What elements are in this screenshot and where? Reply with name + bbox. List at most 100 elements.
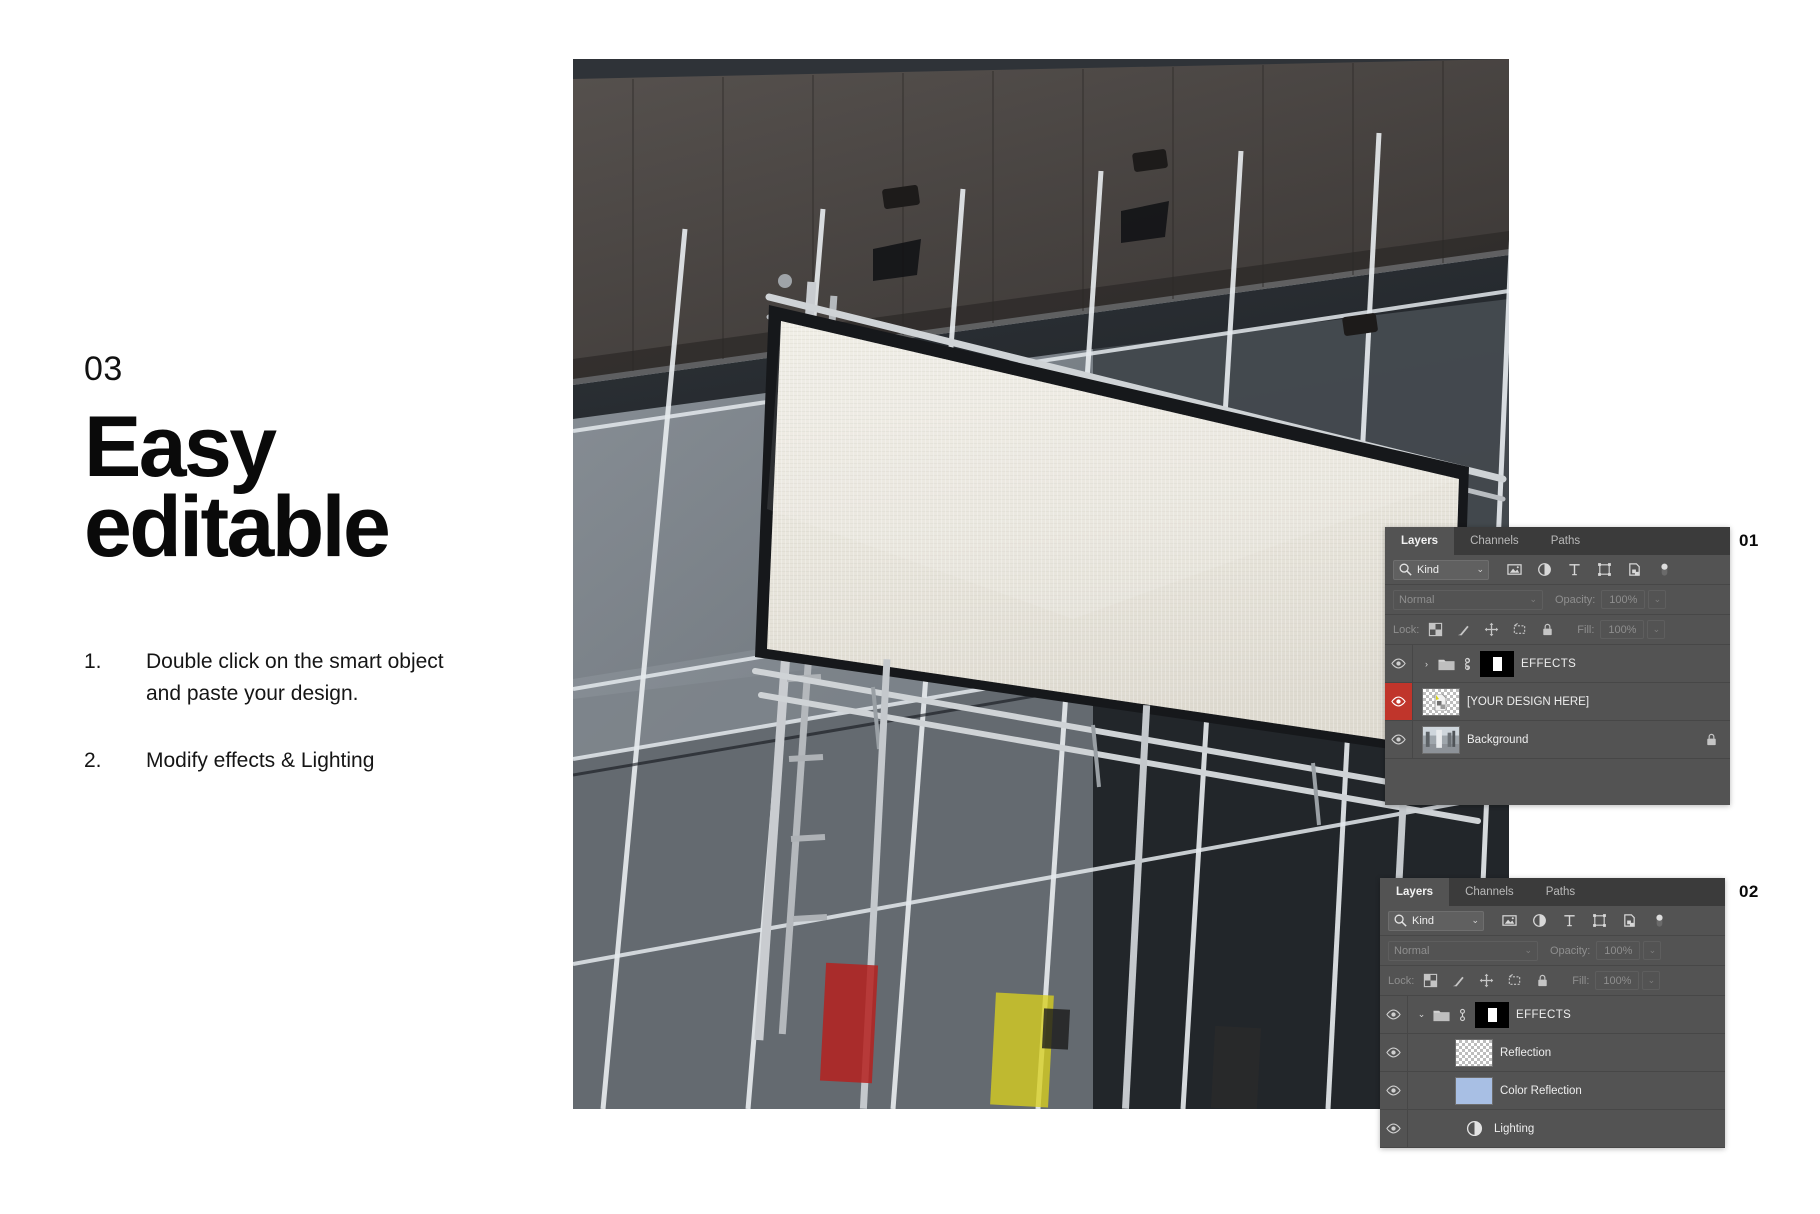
- layer-content[interactable]: Background: [1413, 721, 1730, 758]
- layers-panel-01[interactable]: Layers Channels Paths Kind ⌄ Normal ⌄ Op…: [1385, 527, 1730, 805]
- filter-type-icons[interactable]: [1502, 913, 1667, 928]
- chevron-down-icon[interactable]: ⌄: [1417, 1009, 1426, 1020]
- tab-layers[interactable]: Layers: [1385, 527, 1455, 555]
- filter-kind-select[interactable]: Kind ⌄: [1393, 559, 1489, 580]
- layer-visibility-toggle[interactable]: [1385, 645, 1413, 682]
- adjustment-layer-filter-icon[interactable]: [1532, 913, 1547, 928]
- blend-mode-row[interactable]: Normal ⌄ Opacity: 100% ⌄: [1385, 585, 1730, 615]
- lock-transparent-pixels-icon[interactable]: [1428, 622, 1443, 637]
- tab-channels[interactable]: Channels: [1449, 878, 1530, 906]
- tab-layers[interactable]: Layers: [1380, 878, 1450, 906]
- table-row[interactable]: Background: [1385, 721, 1730, 759]
- lock-artboard-nesting-icon[interactable]: [1512, 622, 1527, 637]
- type-layer-filter-icon[interactable]: [1562, 913, 1577, 928]
- panel-tab-bar[interactable]: Layers Channels Paths: [1380, 878, 1725, 906]
- shape-layer-filter-icon[interactable]: [1592, 913, 1607, 928]
- smart-object-filter-icon[interactable]: [1627, 562, 1642, 577]
- pixel-layer-filter-icon[interactable]: [1507, 562, 1522, 577]
- layer-content[interactable]: ⌄ EFFECTS: [1408, 996, 1725, 1033]
- lock-artboard-nesting-icon[interactable]: [1507, 973, 1522, 988]
- layer-thumbnail[interactable]: [1422, 725, 1460, 754]
- layer-content[interactable]: [YOUR DESIGN HERE]: [1413, 683, 1730, 720]
- adjustment-layer-filter-icon[interactable]: [1537, 562, 1552, 577]
- layer-filter-row[interactable]: Kind ⌄: [1380, 906, 1725, 936]
- blend-mode-row[interactable]: Normal ⌄ Opacity: 100% ⌄: [1380, 936, 1725, 966]
- filter-type-icons[interactable]: [1507, 562, 1672, 577]
- chevron-down-icon[interactable]: ⌄: [1476, 564, 1484, 575]
- lock-position-icon[interactable]: [1484, 622, 1499, 637]
- smart-object-filter-icon[interactable]: [1622, 913, 1637, 928]
- layers-panel-02[interactable]: Layers Channels Paths Kind ⌄ Normal ⌄ Op…: [1380, 878, 1725, 1148]
- layer-thumbnail[interactable]: [1422, 687, 1460, 716]
- table-row[interactable]: [YOUR DESIGN HERE]: [1385, 683, 1730, 721]
- layer-content[interactable]: Lighting: [1446, 1110, 1725, 1147]
- opacity-stepper[interactable]: ⌄: [1643, 941, 1662, 960]
- lock-all-icon[interactable]: [1704, 732, 1719, 747]
- adjustment-half-circle-icon[interactable]: [1466, 1120, 1483, 1137]
- tab-paths[interactable]: Paths: [1534, 527, 1597, 555]
- layer-name[interactable]: [YOUR DESIGN HERE]: [1467, 696, 1589, 708]
- blend-mode-select[interactable]: Normal ⌄: [1393, 589, 1543, 610]
- type-layer-filter-icon[interactable]: [1567, 562, 1582, 577]
- layer-thumbnail[interactable]: [1455, 1038, 1493, 1067]
- layer-name[interactable]: EFFECTS: [1516, 1009, 1571, 1021]
- blend-mode-select[interactable]: Normal ⌄: [1388, 940, 1538, 961]
- layer-name[interactable]: Reflection: [1500, 1047, 1551, 1059]
- lock-image-pixels-icon[interactable]: [1456, 622, 1471, 637]
- layer-content[interactable]: › EFFECTS: [1413, 645, 1730, 682]
- layer-mask-thumbnail[interactable]: [1475, 1001, 1509, 1028]
- layer-thumbnail[interactable]: [1455, 1076, 1493, 1105]
- fill-stepper[interactable]: ⌄: [1647, 620, 1666, 639]
- lock-icon-group[interactable]: [1423, 973, 1550, 988]
- tab-paths[interactable]: Paths: [1529, 878, 1592, 906]
- fill-stepper[interactable]: ⌄: [1642, 971, 1661, 990]
- table-row[interactable]: Lighting: [1380, 1110, 1725, 1148]
- lock-position-icon[interactable]: [1479, 973, 1494, 988]
- table-row[interactable]: Color Reflection: [1380, 1072, 1725, 1110]
- shape-layer-filter-icon[interactable]: [1597, 562, 1612, 577]
- fill-input[interactable]: 100%: [1600, 620, 1645, 639]
- layer-name[interactable]: Background: [1467, 734, 1528, 746]
- layer-visibility-toggle[interactable]: [1380, 996, 1408, 1033]
- layer-name[interactable]: Color Reflection: [1500, 1085, 1582, 1097]
- link-icon[interactable]: [1457, 1008, 1468, 1022]
- chevron-down-icon[interactable]: ⌄: [1529, 594, 1537, 605]
- layer-visibility-toggle[interactable]: [1385, 683, 1413, 720]
- chevron-down-icon[interactable]: ⌄: [1471, 915, 1479, 926]
- layer-filter-row[interactable]: Kind ⌄: [1385, 555, 1730, 585]
- filter-kind-select[interactable]: Kind ⌄: [1388, 910, 1484, 931]
- layer-visibility-toggle[interactable]: [1380, 1072, 1408, 1109]
- fill-label: Fill:: [1577, 623, 1595, 636]
- lock-all-icon[interactable]: [1535, 973, 1550, 988]
- layer-visibility-toggle[interactable]: [1380, 1034, 1408, 1071]
- lock-icon-group[interactable]: [1428, 622, 1555, 637]
- layer-name[interactable]: Lighting: [1494, 1123, 1534, 1135]
- chevron-down-icon[interactable]: ⌄: [1524, 945, 1532, 956]
- fill-input[interactable]: 100%: [1595, 971, 1640, 990]
- table-row[interactable]: › EFFECTS: [1385, 645, 1730, 683]
- chevron-right-icon[interactable]: ›: [1422, 659, 1431, 669]
- opacity-stepper[interactable]: ⌄: [1648, 590, 1667, 609]
- table-row[interactable]: ⌄ EFFECTS: [1380, 996, 1725, 1034]
- tab-channels[interactable]: Channels: [1454, 527, 1535, 555]
- layer-content[interactable]: Color Reflection: [1446, 1072, 1725, 1109]
- table-row[interactable]: Reflection: [1380, 1034, 1725, 1072]
- opacity-input[interactable]: 100%: [1601, 590, 1646, 609]
- filter-toggle-switch[interactable]: [1657, 562, 1672, 577]
- layer-mask-thumbnail[interactable]: [1480, 650, 1514, 677]
- lock-image-pixels-icon[interactable]: [1451, 973, 1466, 988]
- link-icon[interactable]: [1462, 657, 1473, 671]
- panel-tab-bar[interactable]: Layers Channels Paths: [1385, 527, 1730, 555]
- filter-toggle-switch[interactable]: [1652, 913, 1667, 928]
- lock-transparent-pixels-icon[interactable]: [1423, 973, 1438, 988]
- layer-visibility-toggle[interactable]: [1380, 1110, 1408, 1147]
- layer-visibility-toggle[interactable]: [1385, 721, 1413, 758]
- lock-row[interactable]: Lock: Fill: 100% ⌄: [1380, 966, 1725, 996]
- lock-row[interactable]: Lock: Fill: 100% ⌄: [1385, 615, 1730, 645]
- opacity-input[interactable]: 100%: [1596, 941, 1641, 960]
- lock-all-icon[interactable]: [1540, 622, 1555, 637]
- layer-name[interactable]: EFFECTS: [1521, 658, 1576, 670]
- layer-content[interactable]: Reflection: [1446, 1034, 1725, 1071]
- pixel-layer-filter-icon[interactable]: [1502, 913, 1517, 928]
- solid-blue-fill: [1456, 1077, 1492, 1104]
